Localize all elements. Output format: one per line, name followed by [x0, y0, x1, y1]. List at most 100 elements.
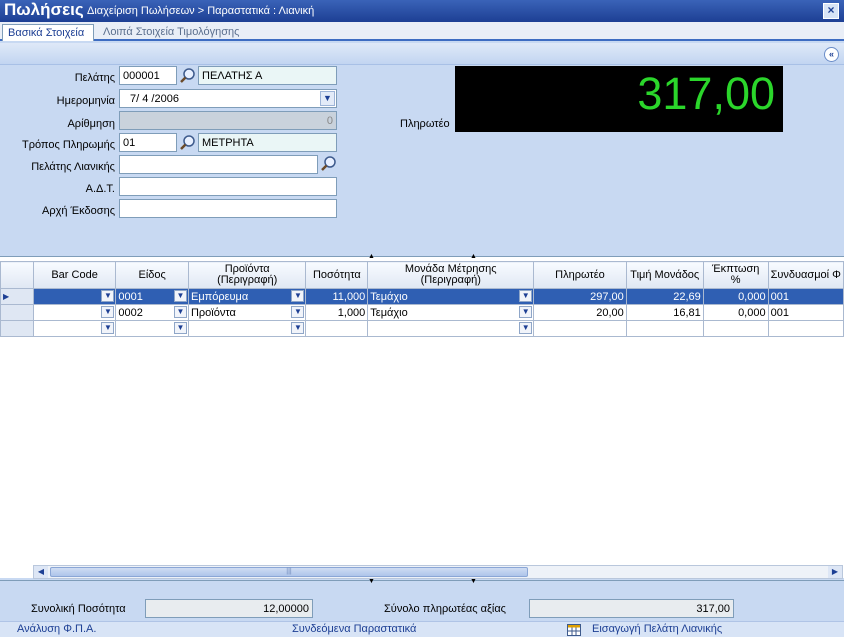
cell-barcode[interactable]: ▼	[32, 304, 117, 321]
cell-text: 0002	[118, 306, 143, 319]
items-grid: ▲ ▲ Bar Code Είδος Προϊόντα (Περιγραφή) …	[0, 253, 844, 578]
cell-item[interactable]: 0002 ▼	[115, 304, 189, 321]
date-value: 7/ 4 /2006	[130, 93, 179, 105]
cell-quantity[interactable]: 11,000	[305, 288, 369, 305]
dropdown-icon[interactable]: ▼	[173, 290, 187, 302]
issuing-authority-field[interactable]	[119, 199, 337, 218]
id-number-label: Α.Δ.Τ.	[85, 183, 115, 195]
cell-payable[interactable]: 20,00	[533, 304, 627, 321]
horizontal-scrollbar[interactable]: ◀ ||| ▶	[33, 565, 843, 579]
tab-strip: Βασικά Στοιχεία Λοιπά Στοιχεία Τιμολόγησ…	[0, 22, 844, 41]
dropdown-icon[interactable]: ▼	[173, 306, 187, 318]
dropdown-icon[interactable]: ▼	[519, 290, 533, 302]
cell-barcode[interactable]: ▼	[32, 320, 117, 337]
number-field: 0	[119, 111, 337, 130]
cell-discount[interactable]: 0,000	[702, 304, 769, 321]
payment-name-field: ΜΕΤΡΗΤΑ	[198, 133, 337, 152]
cell-unit[interactable]: Τεμάχιο ▼	[367, 304, 535, 321]
dropdown-icon[interactable]: ▼	[173, 322, 187, 334]
splitter-down-icon[interactable]: ▼	[368, 578, 375, 585]
add-retail-customer-link[interactable]: Εισαγωγή Πελάτη Λιανικής	[592, 623, 722, 635]
cell-item[interactable]: ▼	[115, 320, 189, 337]
column-header-item[interactable]: Είδος	[115, 261, 189, 289]
customer-name-field: ΠΕΛΑΤΗΣ Α	[198, 66, 337, 85]
date-field[interactable]: 7/ 4 /2006 ▼	[119, 89, 337, 108]
column-header-barcode[interactable]: Bar Code	[32, 261, 117, 289]
dropdown-icon[interactable]: ▼	[101, 290, 115, 302]
cell-unit-price[interactable]: 16,81	[625, 304, 704, 321]
total-quantity-value: 12,00000	[145, 599, 313, 618]
payment-code-field[interactable]: 01	[119, 133, 177, 152]
cell-payable[interactable]: 297,00	[533, 288, 627, 305]
splitter-down-icon-right[interactable]: ▼	[470, 578, 477, 585]
column-header-unit-price[interactable]: Τιμή Μονάδος	[625, 261, 704, 289]
column-header-product[interactable]: Προϊόντα (Περιγραφή)	[187, 261, 307, 289]
customer-code-field[interactable]: 000001	[119, 66, 177, 85]
cell-unit[interactable]: Τεμάχιο ▼	[367, 288, 535, 305]
row-indicator-icon[interactable]: ▶	[0, 288, 34, 305]
cell-quantity[interactable]	[305, 320, 369, 337]
cell-barcode[interactable]: ▼	[32, 288, 117, 305]
cell-product[interactable]: Εμπόρευμα ▼	[187, 288, 307, 305]
cell-item[interactable]: 0001 ▼	[115, 288, 189, 305]
cell-discount[interactable]	[702, 320, 769, 337]
column-header-combinations[interactable]: Συνδυασμοί Φ	[767, 261, 844, 289]
dropdown-icon[interactable]: ▼	[519, 306, 533, 318]
column-header-selector	[0, 261, 34, 289]
cell-payable[interactable]	[533, 320, 627, 337]
close-button[interactable]: ×	[823, 3, 839, 19]
dropdown-icon[interactable]: ▼	[519, 322, 533, 334]
splitter-up-icon-right[interactable]: ▲	[470, 253, 477, 260]
cell-quantity[interactable]: 1,000	[305, 304, 369, 321]
cell-combinations[interactable]: 001	[767, 304, 844, 321]
collapse-up-icon[interactable]: «	[824, 47, 839, 62]
related-documents-link[interactable]: Συνδεόμενα Παραστατικά	[292, 623, 416, 635]
row-indicator[interactable]	[0, 304, 34, 321]
tab-other-billing-info[interactable]: Λοιπά Στοιχεία Τιμολόγησης	[98, 24, 268, 41]
cell-unit[interactable]: ▼	[367, 320, 535, 337]
id-number-field[interactable]	[119, 177, 337, 196]
retail-customer-field[interactable]	[119, 155, 318, 174]
column-header-discount[interactable]: Έκπτωση %	[702, 261, 769, 289]
payment-search-icon[interactable]	[179, 134, 197, 152]
vat-analysis-link[interactable]: Ανάλυση Φ.Π.Α.	[17, 623, 96, 635]
cell-text: Προϊόντα	[190, 306, 236, 319]
total-quantity-label: Συνολική Ποσότητα	[31, 603, 126, 615]
dropdown-icon[interactable]: ▼	[101, 322, 115, 334]
cell-unit-price[interactable]	[625, 320, 704, 337]
row-indicator[interactable]	[0, 320, 34, 337]
dropdown-icon[interactable]: ▼	[291, 322, 305, 334]
title-bar: Πωλήσεις Διαχείριση Πωλήσεων > Παραστατι…	[0, 0, 844, 22]
splitter-up-icon[interactable]: ▲	[368, 253, 375, 260]
table-row-new[interactable]: ▼ ▼ ▼ ▼	[0, 320, 844, 337]
cell-product[interactable]: Προϊόντα ▼	[187, 304, 307, 321]
column-header-unit[interactable]: Μονάδα Μέτρησης (Περιγραφή)	[367, 261, 535, 289]
cell-unit-price[interactable]: 22,69	[625, 288, 704, 305]
tab-basic-info[interactable]: Βασικά Στοιχεία	[2, 24, 94, 41]
app-title: Πωλήσεις	[4, 0, 84, 19]
payable-label: Πληρωτέο	[400, 118, 450, 130]
breadcrumb: Διαχείριση Πωλήσεων > Παραστατικά : Λιαν…	[87, 5, 315, 17]
customer-search-icon[interactable]	[179, 67, 197, 85]
cell-text: 0001	[118, 290, 143, 303]
items-table: Bar Code Είδος Προϊόντα (Περιγραφή) Ποσό…	[0, 261, 844, 337]
header-form: Πελάτης 000001 ΠΕΛΑΤΗΣ Α Ημερομηνία 7/ 4…	[0, 66, 844, 256]
cell-product[interactable]: ▼	[187, 320, 307, 337]
dropdown-icon[interactable]: ▼	[291, 306, 305, 318]
table-row[interactable]: ▶ ▼ 0001 ▼ Εμπόρευμα ▼ 11,000 Τεμάχιο ▼ 297…	[0, 288, 844, 305]
date-dropdown-icon[interactable]: ▼	[320, 91, 335, 106]
cell-combinations[interactable]: 001	[767, 288, 844, 305]
cell-combinations[interactable]	[767, 320, 844, 337]
table-row[interactable]: ▼ 0002 ▼ Προϊόντα ▼ 1,000 Τεμάχιο ▼ 20,00 1…	[0, 304, 844, 321]
dropdown-icon[interactable]: ▼	[101, 306, 115, 318]
scroll-right-icon[interactable]: ▶	[828, 566, 842, 578]
date-label: Ημερομηνία	[56, 95, 115, 107]
dropdown-icon[interactable]: ▼	[291, 290, 305, 302]
column-header-quantity[interactable]: Ποσότητα	[305, 261, 369, 289]
column-header-payable[interactable]: Πληρωτέο	[533, 261, 627, 289]
scroll-left-icon[interactable]: ◀	[34, 566, 48, 578]
cell-text: Εμπόρευμα	[190, 290, 249, 303]
cell-discount[interactable]: 0,000	[702, 288, 769, 305]
scroll-thumb[interactable]: |||	[50, 567, 528, 577]
retail-customer-search-icon[interactable]	[320, 155, 338, 173]
